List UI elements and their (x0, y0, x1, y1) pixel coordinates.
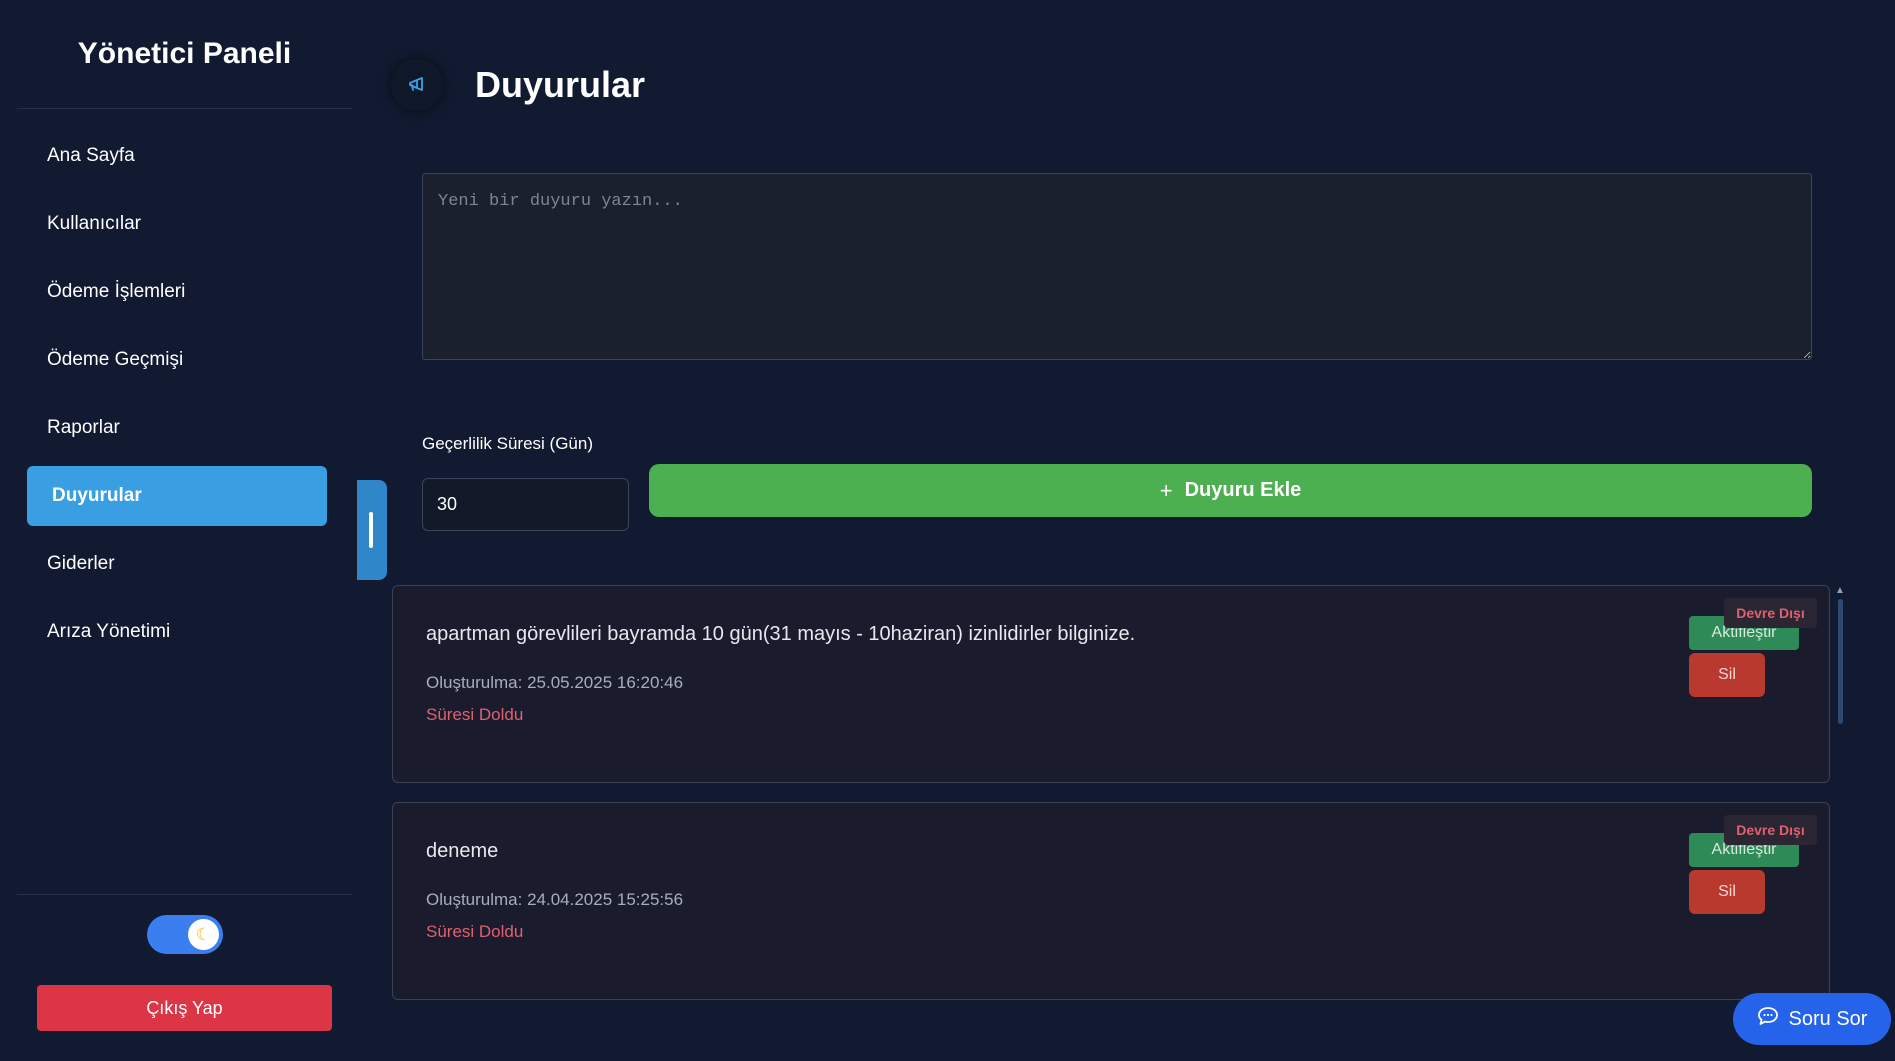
sidebar-item-giderler[interactable]: Giderler (27, 534, 327, 594)
delete-button[interactable]: Sil (1689, 870, 1765, 914)
scroll-up-icon[interactable]: ▲ (1835, 585, 1845, 596)
announcement-created: Oluşturulma: 25.05.2025 16:20:46 (426, 673, 684, 692)
logout-button[interactable]: Çıkış Yap (37, 985, 332, 1031)
announcement-status: Süresi Doldu (426, 922, 524, 941)
scroll-thumb[interactable] (1838, 599, 1843, 724)
announcement-list: apartman görevlileri bayramda 10 gün(31 … (392, 585, 1830, 1025)
status-badge: Devre Dışı (1724, 598, 1817, 628)
add-announcement-label: Duyuru Ekle (1184, 479, 1302, 501)
delete-button[interactable]: Sil (1689, 653, 1765, 697)
status-badge: Devre Dışı (1724, 815, 1817, 845)
sidebar: Yönetici Paneli Ana Sayfa Kullanıcılar Ö… (0, 0, 362, 1061)
sidebar-item-odeme-islemleri[interactable]: Ödeme İşlemleri (27, 262, 327, 322)
list-scrollbar[interactable]: ▲ (1835, 585, 1845, 1025)
announcement-created: Oluşturulma: 24.04.2025 15:25:56 (426, 890, 684, 909)
sidebar-item-ana-sayfa[interactable]: Ana Sayfa (27, 126, 327, 186)
sidebar-item-duyurular[interactable]: Duyurular (27, 466, 327, 526)
sidebar-item-kullanicilar[interactable]: Kullanıcılar (27, 194, 327, 254)
add-announcement-button[interactable]: + Duyuru Ekle (649, 464, 1812, 517)
sidebar-item-odeme-gecmisi[interactable]: Ödeme Geçmişi (27, 330, 327, 390)
announcement-status: Süresi Doldu (426, 705, 524, 724)
announcement-text: deneme (426, 840, 499, 862)
page-header: Duyurular (391, 58, 645, 112)
sidebar-collapse-handle[interactable] (357, 480, 387, 580)
chat-bubble-icon (1757, 1006, 1779, 1032)
announcement-card: deneme Oluşturulma: 24.04.2025 15:25:56 … (392, 802, 1830, 1000)
page-title: Duyurular (475, 64, 646, 105)
theme-toggle[interactable]: ☾ (147, 915, 223, 954)
announcement-text: apartman görevlileri bayramda 10 gün(31 … (426, 623, 1136, 645)
sidebar-item-ariza-yonetimi[interactable]: Arıza Yönetimi (27, 602, 327, 662)
announcement-card: apartman görevlileri bayramda 10 gün(31 … (392, 585, 1830, 783)
sidebar-title: Yönetici Paneli (17, 0, 352, 109)
sidebar-nav: Ana Sayfa Kullanıcılar Ödeme İşlemleri Ö… (27, 126, 327, 670)
ask-question-label: Soru Sor (1788, 1007, 1868, 1030)
megaphone-icon (391, 59, 443, 111)
ask-question-button[interactable]: Soru Sor (1733, 993, 1891, 1045)
duration-input[interactable] (422, 478, 629, 531)
plus-icon: + (1159, 477, 1173, 503)
duration-label: Geçerlilik Süresi (Gün) (422, 434, 593, 453)
announcement-textarea[interactable] (422, 173, 1812, 360)
moon-icon: ☾ (188, 919, 219, 950)
sidebar-footer: ☾ Çıkış Yap (17, 894, 352, 1031)
sidebar-item-raporlar[interactable]: Raporlar (27, 398, 327, 458)
